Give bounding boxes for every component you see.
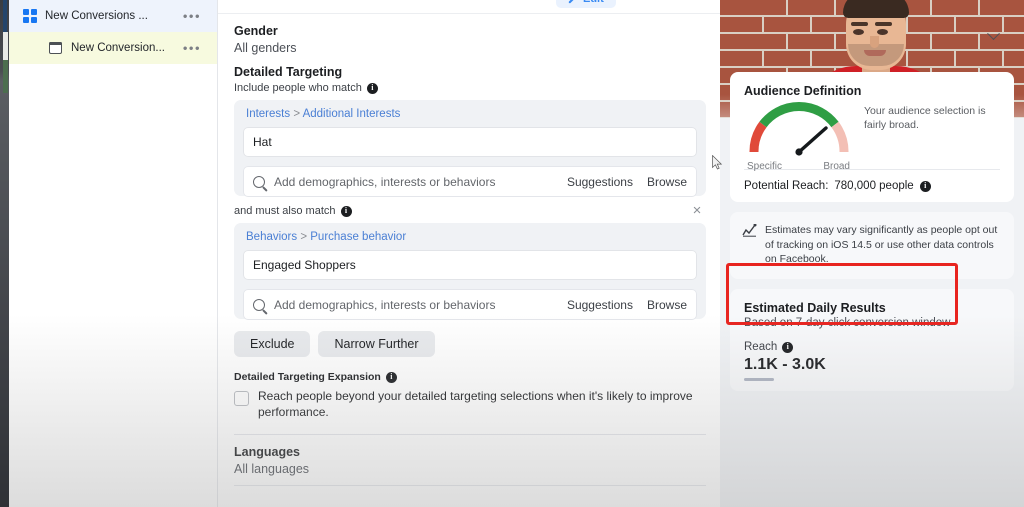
estimated-daily-results-subtitle: Based on 7-day click conversion window bbox=[744, 317, 951, 330]
gender-value: All genders bbox=[234, 41, 297, 55]
breadcrumb-leaf[interactable]: Additional Interests bbox=[303, 108, 401, 120]
sidebar-item-new-conversions-campaign[interactable]: New Conversions ... ••• bbox=[9, 0, 217, 32]
adset-form-panel: Edit Review Gender All genders Detailed … bbox=[218, 0, 720, 507]
daily-reach-label: Reach bbox=[744, 341, 778, 354]
potential-reach-label: Potential Reach: bbox=[744, 180, 829, 192]
gauge-svg bbox=[749, 102, 849, 156]
gender-label: Gender bbox=[234, 24, 278, 38]
search-input[interactable]: Add demographics, interests or behaviors bbox=[274, 175, 553, 189]
edge-accent-white bbox=[3, 32, 8, 60]
grid-icon bbox=[23, 9, 45, 23]
breadcrumb-interests: Interests > Additional Interests bbox=[243, 108, 697, 120]
gauge-label-broad: Broad bbox=[823, 161, 850, 172]
pencil-icon bbox=[568, 0, 574, 4]
section-divider bbox=[234, 485, 706, 487]
breadcrumb-separator: > bbox=[300, 231, 308, 243]
browse-link[interactable]: Browse bbox=[647, 298, 687, 312]
and-must-also-match-row: and must also match i × bbox=[234, 203, 706, 218]
search-icon bbox=[253, 175, 265, 188]
targeting-group-interests: Interests > Additional Interests Hat Add… bbox=[234, 100, 706, 197]
breadcrumb-root[interactable]: Behaviors bbox=[246, 231, 297, 243]
estimates-disclaimer: Estimates may vary significantly as peop… bbox=[730, 212, 1014, 280]
info-icon[interactable]: i bbox=[366, 82, 378, 94]
estimated-daily-results-title: Estimated Daily Results bbox=[744, 301, 886, 316]
screen-root: New Conversions ... ••• New Conversion..… bbox=[0, 0, 1024, 507]
review-button-label: Review bbox=[648, 0, 686, 2]
breadcrumb-root[interactable]: Interests bbox=[246, 108, 290, 120]
languages-value: All languages bbox=[234, 462, 310, 477]
targeting-group-behaviors: Behaviors > Purchase behavior Engaged Sh… bbox=[234, 223, 706, 320]
edit-button-label: Edit bbox=[583, 0, 604, 5]
breadcrumb-behaviors: Behaviors > Purchase behavior bbox=[243, 231, 697, 243]
detailed-targeting-label: Detailed Targeting bbox=[234, 65, 343, 79]
suggestions-link[interactable]: Suggestions bbox=[567, 298, 633, 312]
estimates-disclaimer-text: Estimates may vary significantly as peop… bbox=[765, 224, 998, 266]
form-toolbar: Edit Review bbox=[218, 0, 720, 14]
trend-chart-icon bbox=[742, 223, 757, 267]
audience-definition-card: Audience Definition Specific Broad Your … bbox=[730, 72, 1014, 202]
search-input[interactable]: Add demographics, interests or behaviors bbox=[274, 298, 553, 312]
daily-reach-bar bbox=[744, 378, 774, 382]
mouse-cursor bbox=[712, 155, 723, 170]
search-icon bbox=[253, 298, 265, 311]
include-people-who-match-label: Include people who match i bbox=[234, 82, 706, 94]
audience-gauge: Specific Broad bbox=[744, 102, 854, 172]
eye-icon bbox=[633, 0, 643, 1]
exclude-button[interactable]: Exclude bbox=[234, 331, 311, 357]
selected-interest-hat[interactable]: Hat bbox=[243, 127, 697, 157]
info-icon[interactable]: i bbox=[782, 341, 794, 353]
edge-accent-blue bbox=[3, 0, 7, 32]
potential-reach-value: 780,000 people bbox=[834, 180, 914, 192]
targeting-search-row-1[interactable]: Add demographics, interests or behaviors… bbox=[243, 166, 697, 197]
potential-reach-row: Potential Reach: 780,000 people i bbox=[744, 180, 1000, 192]
review-button[interactable]: Review bbox=[633, 0, 686, 2]
sidebar-item-menu-icon[interactable]: ••• bbox=[183, 42, 201, 55]
targeting-action-buttons: Exclude Narrow Further bbox=[234, 331, 706, 357]
sidebar-empty-area bbox=[9, 64, 217, 507]
sidebar-item-new-conversions-adset[interactable]: New Conversion... ••• bbox=[9, 32, 217, 64]
calendar-icon bbox=[48, 41, 71, 54]
languages-label: Languages bbox=[234, 445, 300, 460]
expansion-checkbox[interactable] bbox=[234, 391, 249, 406]
gauge-label-specific: Specific bbox=[747, 161, 783, 172]
campaign-sidebar: New Conversions ... ••• New Conversion..… bbox=[9, 0, 218, 507]
and-must-also-match-label: and must also match bbox=[234, 205, 336, 217]
browse-link[interactable]: Browse bbox=[647, 175, 687, 189]
expansion-checkbox-label: Reach people beyond your detailed target… bbox=[258, 389, 693, 420]
gauge-scale-labels: Specific Broad bbox=[744, 161, 850, 172]
section-divider bbox=[234, 434, 706, 436]
breadcrumb-separator: > bbox=[293, 108, 301, 120]
browser-edge-strip bbox=[0, 0, 9, 507]
daily-reach-value: 1.1K - 3.0K bbox=[744, 356, 826, 374]
info-icon[interactable]: i bbox=[340, 205, 352, 217]
suggestions-link[interactable]: Suggestions bbox=[567, 175, 633, 189]
narrow-further-button[interactable]: Narrow Further bbox=[318, 331, 435, 357]
info-icon[interactable]: i bbox=[919, 180, 931, 192]
edge-accent-green bbox=[3, 60, 8, 93]
expansion-checkbox-row[interactable]: Reach people beyond your detailed target… bbox=[234, 388, 706, 420]
close-icon[interactable]: × bbox=[690, 203, 704, 218]
estimated-daily-results-card: Estimated Daily Results Based on 7-day c… bbox=[730, 289, 1014, 392]
expansion-label-text: Detailed Targeting Expansion bbox=[234, 371, 381, 383]
info-icon[interactable]: i bbox=[385, 371, 397, 383]
breadcrumb-leaf[interactable]: Purchase behavior bbox=[310, 231, 406, 243]
detailed-targeting-expansion-label: Detailed Targeting Expansion i bbox=[234, 371, 706, 383]
include-label-text: Include people who match bbox=[234, 82, 362, 94]
selected-behavior-engaged-shoppers[interactable]: Engaged Shoppers bbox=[243, 250, 697, 280]
targeting-search-row-2[interactable]: Add demographics, interests or behaviors… bbox=[243, 289, 697, 320]
sidebar-item-menu-icon[interactable]: ••• bbox=[183, 10, 201, 23]
edit-button[interactable]: Edit bbox=[556, 0, 616, 8]
daily-reach-label-row: Reach i bbox=[744, 341, 1000, 353]
audience-note: Your audience selection is fairly broad. bbox=[864, 105, 986, 132]
right-sidebar: ePrivacy Directive Audience Definition S… bbox=[720, 0, 1024, 507]
audience-definition-title: Audience Definition bbox=[744, 84, 862, 98]
